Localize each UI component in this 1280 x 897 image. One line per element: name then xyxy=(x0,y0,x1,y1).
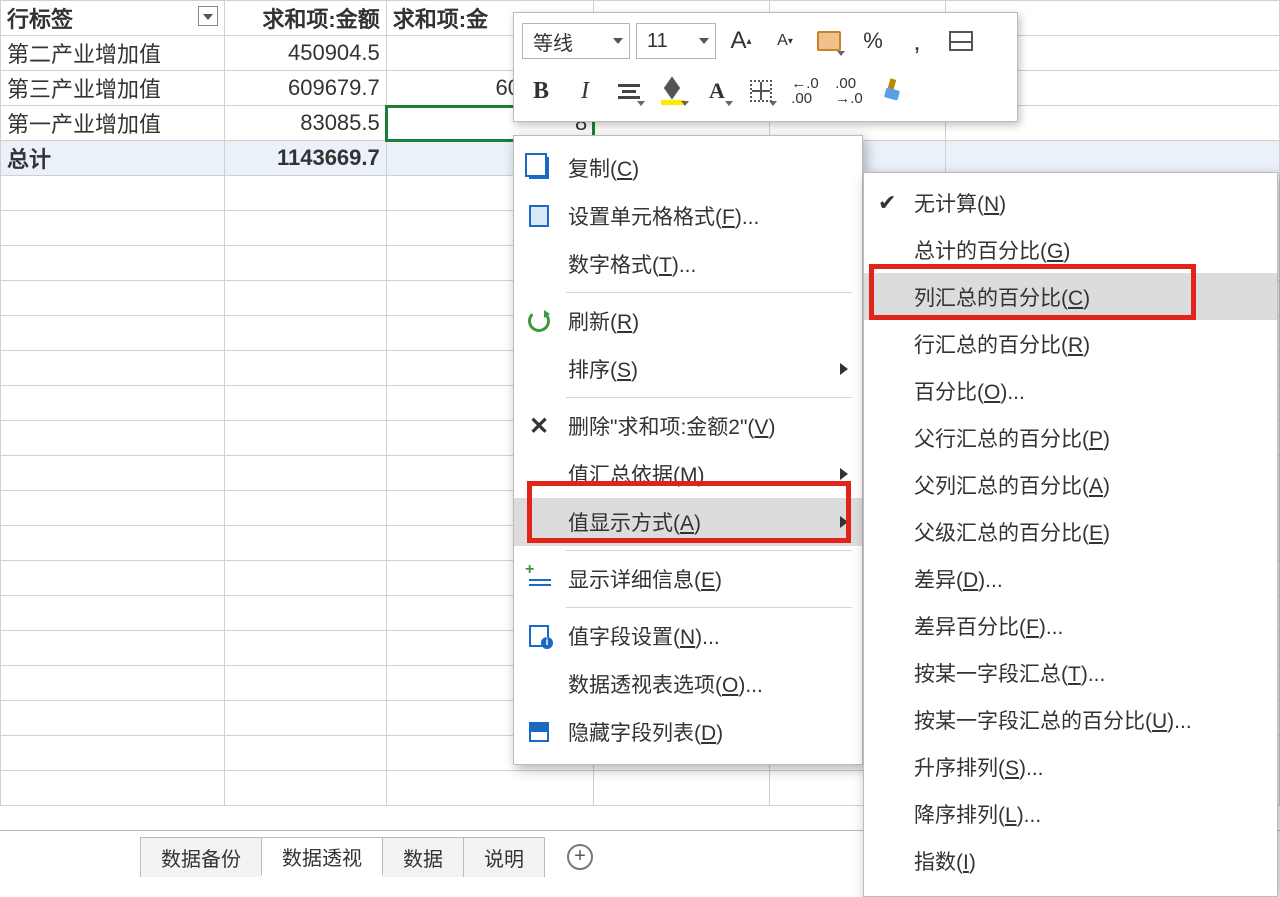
format-cells-icon xyxy=(529,205,549,227)
separator xyxy=(566,397,852,398)
format-painter-button[interactable] xyxy=(874,72,912,110)
ctx-number-format[interactable]: 数字格式(T)... xyxy=(514,240,862,288)
sub-rank-asc[interactable]: 升序排列(S)... xyxy=(864,743,1277,790)
sub-running-total[interactable]: 按某一字段汇总(T)... xyxy=(864,649,1277,696)
header-sum1: 求和项:金额 xyxy=(262,7,379,32)
cell-styles-button[interactable] xyxy=(810,22,848,60)
italic-button[interactable]: I xyxy=(566,72,604,110)
row-value1[interactable]: 450904.5 xyxy=(224,36,386,71)
decrease-font-button[interactable]: A▾ xyxy=(766,22,804,60)
font-name: 等线 xyxy=(533,27,573,56)
align-button[interactable] xyxy=(610,72,648,110)
sheet-tab-backup[interactable]: 数据备份 xyxy=(140,837,262,877)
mini-toolbar: 等线 11 A▴ A▾ % , B I A ←.0 .00 .00 →.0 xyxy=(513,12,1018,122)
sub-pct-column-total[interactable]: 列汇总的百分比(C) xyxy=(864,273,1277,320)
sub-pct-grand-total[interactable]: 总计的百分比(G) xyxy=(864,226,1277,273)
merge-cells-button[interactable] xyxy=(942,22,980,60)
context-menu: 复制(C) 设置单元格格式(F)... 数字格式(T)... 刷新(R) 排序(… xyxy=(513,135,863,765)
sub-difference[interactable]: 差异(D)... xyxy=(864,555,1277,602)
sub-rank-desc[interactable]: 降序排列(L)... xyxy=(864,790,1277,837)
copy-icon xyxy=(529,157,549,179)
ctx-pivottable-options[interactable]: 数据透视表选项(O)... xyxy=(514,660,862,708)
increase-font-button[interactable]: A▴ xyxy=(722,22,760,60)
plus-icon: + xyxy=(567,844,593,870)
sheet-tab-desc[interactable]: 说明 xyxy=(463,837,545,877)
ctx-show-values-as[interactable]: 值显示方式(A) xyxy=(514,498,862,546)
sub-pct-row-total[interactable]: 行汇总的百分比(R) xyxy=(864,320,1277,367)
sub-pct-running-total[interactable]: 按某一字段汇总的百分比(U)... xyxy=(864,696,1277,743)
ctx-show-details[interactable]: 显示详细信息(E) xyxy=(514,555,862,603)
row-value1[interactable]: 83085.5 xyxy=(224,106,386,141)
x-icon: ✕ xyxy=(529,412,549,441)
sub-no-calculation[interactable]: ✔ 无计算(N) xyxy=(864,179,1277,226)
field-settings-icon xyxy=(529,625,549,647)
fill-color-button[interactable] xyxy=(654,72,692,110)
expand-icon xyxy=(529,571,549,587)
sub-index[interactable]: 指数(I) xyxy=(864,837,1277,884)
separator xyxy=(566,550,852,551)
merge-icon xyxy=(949,31,973,51)
new-sheet-button[interactable]: + xyxy=(560,837,600,877)
checkmark-icon: ✔ xyxy=(878,190,896,216)
ctx-hide-field-list[interactable]: 隐藏字段列表(D) xyxy=(514,708,862,756)
ctx-value-field-settings[interactable]: 值字段设置(N)... xyxy=(514,612,862,660)
row-label[interactable]: 第二产业增加值 xyxy=(1,36,225,71)
decrease-decimal-button[interactable]: .00 →.0 xyxy=(830,72,868,110)
row-label[interactable]: 第三产业增加值 xyxy=(1,71,225,106)
font-size: 11 xyxy=(647,30,668,53)
refresh-icon xyxy=(528,310,550,332)
sheet-tab-data[interactable]: 数据 xyxy=(382,837,464,877)
ctx-sort[interactable]: 排序(S) xyxy=(514,345,862,393)
sub-pct-difference[interactable]: 差异百分比(F)... xyxy=(864,602,1277,649)
show-values-as-submenu: ✔ 无计算(N) 总计的百分比(G) 列汇总的百分比(C) 行汇总的百分比(R)… xyxy=(863,172,1278,897)
ctx-copy[interactable]: 复制(C) xyxy=(514,144,862,192)
separator xyxy=(566,607,852,608)
sub-pct-parent-col[interactable]: 父列汇总的百分比(A) xyxy=(864,461,1277,508)
borders-icon xyxy=(750,80,772,102)
font-select[interactable]: 等线 xyxy=(522,23,630,59)
chevron-down-icon xyxy=(699,38,709,44)
sub-percent-of[interactable]: 百分比(O)... xyxy=(864,367,1277,414)
field-list-icon xyxy=(529,722,549,742)
total-label[interactable]: 总计 xyxy=(1,141,225,176)
comma-format-button[interactable]: , xyxy=(898,22,936,60)
sheet-tab-pivot[interactable]: 数据透视 xyxy=(261,837,383,877)
font-color-button[interactable]: A xyxy=(698,72,736,110)
cell-style-icon xyxy=(817,31,841,51)
row-value1[interactable]: 609679.7 xyxy=(224,71,386,106)
separator xyxy=(566,292,852,293)
ctx-format-cells[interactable]: 设置单元格格式(F)... xyxy=(514,192,862,240)
paintbrush-icon xyxy=(883,79,903,103)
align-center-icon xyxy=(618,84,640,99)
percent-format-button[interactable]: % xyxy=(854,22,892,60)
sub-pct-parent[interactable]: 父级汇总的百分比(E) xyxy=(864,508,1277,555)
rowlabels-filter-dropdown[interactable] xyxy=(198,6,218,26)
header-rowlabels: 行标签 xyxy=(7,7,73,32)
total-value1[interactable]: 1143669.7 xyxy=(224,141,386,176)
header-sum2: 求和项:金 xyxy=(393,7,488,32)
row-label[interactable]: 第一产业增加值 xyxy=(1,106,225,141)
borders-button[interactable] xyxy=(742,72,780,110)
bold-button[interactable]: B xyxy=(522,72,560,110)
ctx-summarize-by[interactable]: 值汇总依据(M) xyxy=(514,450,862,498)
sub-pct-parent-row[interactable]: 父行汇总的百分比(P) xyxy=(864,414,1277,461)
chevron-down-icon xyxy=(613,38,623,44)
font-size-select[interactable]: 11 xyxy=(636,23,716,59)
ctx-remove-field[interactable]: ✕ 删除"求和项:金额2"(V) xyxy=(514,402,862,450)
ctx-refresh[interactable]: 刷新(R) xyxy=(514,297,862,345)
paint-bucket-icon xyxy=(661,79,685,103)
increase-decimal-button[interactable]: ←.0 .00 xyxy=(786,72,824,110)
